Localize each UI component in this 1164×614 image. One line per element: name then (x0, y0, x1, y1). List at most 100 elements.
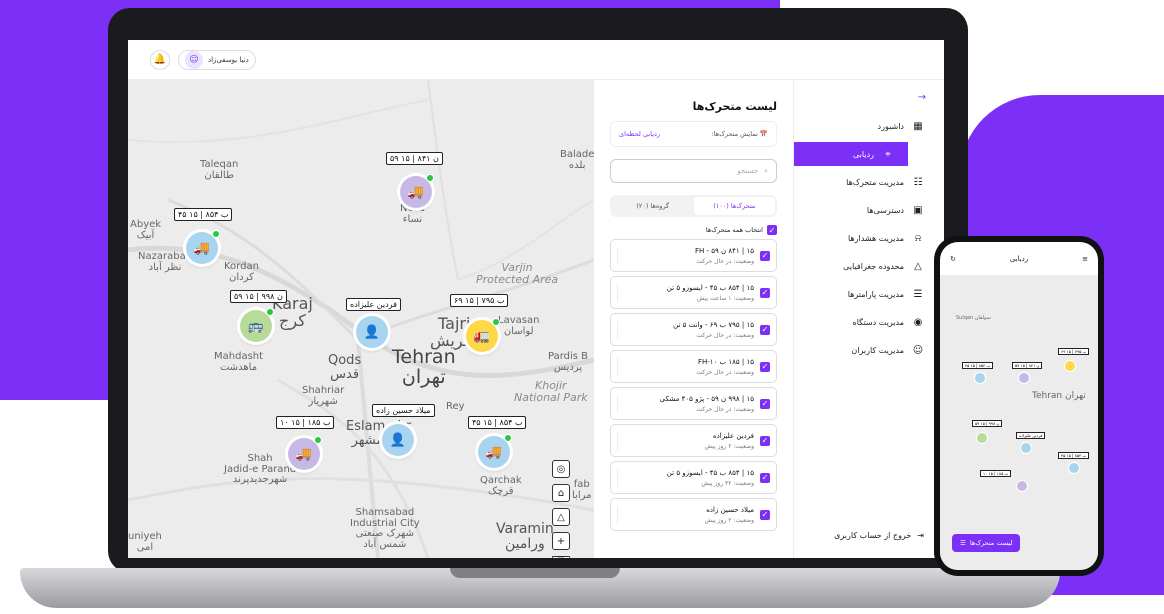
car-marker-icon[interactable]: 🚌 (240, 308, 274, 342)
sidebar-item-geofence[interactable]: △ محدوده جغرافیایی (794, 254, 944, 278)
phone-refresh-icon[interactable]: ↻ (950, 255, 956, 263)
calendar-icon: 📅 (759, 130, 768, 138)
sidebar-item-params[interactable]: ☰ مدیریت پارامترها (794, 282, 944, 306)
users-icon: ☺ (912, 344, 924, 356)
geofence-shape-icon[interactable]: △ (552, 508, 570, 526)
params-icon: ☰ (913, 288, 923, 300)
map-view[interactable]: Taleqan طالقان Balade بلده Abyek آبیک Nazar… (128, 80, 594, 558)
list-tabs: متحرک‌ها (۱۰۰) گروه‌ها (۲۰) (610, 195, 777, 217)
movable-card[interactable]: ✓ ۱۵ | ۸۵۴ ب ۴۵ - ایسوزو ۵ تن وضعیت: ۳۲ … (610, 461, 777, 494)
sidebar-item-dashboard[interactable]: ▦ داشبورد (794, 114, 944, 138)
phone-vehicle-plate-label: ۴۵ ب ۸۵۴ | ۱۵ (1058, 452, 1090, 459)
sidebar-item-alerts[interactable]: ⍾ مدیریت هشدارها (794, 226, 944, 250)
movable-card[interactable]: ✓ ۱۵ | ۱۸۵ ب ۱۰-FH وضعیت: در حال حرکت (610, 350, 777, 383)
movable-card[interactable]: ✓ ۱۵ | ۷۹۵ ب ۶۹ - وانت ۵ تن وضعیت: در حا… (610, 313, 777, 346)
bell-icon: ⍾ (914, 232, 922, 244)
truck-marker-icon[interactable]: 🚚 (478, 434, 512, 468)
checkbox-checked-icon[interactable]: ✓ (760, 250, 770, 261)
phone-car-marker-icon[interactable] (976, 432, 988, 444)
phone-place-tehran: Tehran تهران (1032, 391, 1086, 401)
geofence-icon: △ (914, 260, 922, 272)
realtime-tracking-link[interactable]: ردیابی لحظه‌ای (619, 130, 660, 138)
sidebar-item-users[interactable]: ☺ مدیریت کاربران (794, 338, 944, 362)
place-kordan: Kordan کردان (224, 261, 259, 283)
vehicle-plate-label: ۵۹ ن ۸۴۱ | ۱۵ (386, 152, 443, 165)
card-status: وضعیت: ۳۲ روز پیش (701, 479, 754, 487)
sidebar-item-device[interactable]: ◉ مدیریت دستگاه (794, 310, 944, 334)
pickup-marker-icon[interactable]: 🚛 (466, 318, 500, 352)
laptop-screen: 🔔 ☺ دنیا یوسفی‌زاد Taleqan طالقان Balade ب… (128, 40, 944, 558)
person-name-label: فردین علیزاده (346, 298, 401, 311)
sidebar-item-vehicles[interactable]: ☷ مدیریت متحرک‌ها (794, 170, 944, 194)
sidebar-item-access[interactable]: ▣ دسترسی‌ها (794, 198, 944, 222)
phone-person-name-label: فردین علیزاده (1016, 432, 1046, 439)
truck-marker-icon[interactable]: 🚚 (186, 230, 220, 264)
checkbox-checked-icon[interactable]: ✓ (760, 361, 770, 372)
truck-marker-icon[interactable]: 🚚 (288, 436, 322, 470)
checkbox-checked-icon[interactable]: ✓ (760, 398, 770, 409)
tab-groups[interactable]: گروه‌ها (۲۰) (612, 197, 694, 215)
card-status: وضعیت: در حال حرکت (696, 368, 754, 376)
notification-bell-icon[interactable]: 🔔 (150, 49, 170, 70)
vehicle-plate-label: ۴۵ ب ۸۵۴ | ۱۵ (468, 416, 527, 429)
phone-top-bar: ↻ ردیابی ≡ (940, 242, 1098, 276)
movable-card[interactable]: ✓ ۱۵ | ۹۹۸ ن ۵۹ - پژو ۴۰۵ مشکی وضعیت: در… (610, 387, 777, 420)
card-status: وضعیت: در حال حرکت (696, 405, 754, 413)
phone-truck-marker-icon[interactable] (974, 372, 986, 384)
person-marker-icon[interactable]: 👤 (382, 424, 414, 456)
user-chip[interactable]: ☺ دنیا یوسفی‌زاد (178, 49, 256, 70)
movable-card[interactable]: ✓ ۱۵ | ۸۴۱ ن ۵۹ - FH وضعیت: در حال حرکت (610, 239, 777, 272)
phone-truck-marker-icon[interactable] (1018, 372, 1030, 384)
vehicle-plate-label: ۱۰ ب ۱۸۵ | ۱۵ (276, 416, 335, 429)
phone-truck-marker-icon[interactable] (1016, 480, 1028, 492)
card-status: وضعیت: در حال حرکت (696, 257, 754, 265)
phone-vehicle-plate-label: ۵۹ ن ۹۹۸ | ۱۵ (972, 420, 1003, 427)
phone-person-marker-icon[interactable] (1020, 442, 1032, 454)
checkbox-checked-icon[interactable]: ✓ (760, 287, 770, 298)
place-varjin-protected-area: Varjin Protected Area (476, 261, 559, 286)
truck-marker-icon[interactable]: 🚚 (400, 174, 434, 208)
card-title: میلاد حسین زاده (706, 505, 754, 514)
checkbox-checked-icon[interactable]: ✓ (760, 509, 770, 520)
phone-map-view[interactable]: Sulqan سولقان Tehran تهران ۴۵ ب ۸۵۴ | ۱۵… (940, 276, 1098, 570)
display-mode-box[interactable]: 📅 نمایش متحرک‌ها: ردیابی لحظه‌ای (610, 121, 777, 147)
card-title: ۱۵ | ۷۹۵ ب ۶۹ - وانت ۵ تن (673, 320, 754, 329)
checkbox-checked-icon[interactable]: ✓ (760, 435, 770, 446)
movable-card[interactable]: ✓ ۱۵ | ۸۵۴ ب ۴۵ - ایسوزو ۵ تن وضعیت: ۱ س… (610, 276, 777, 309)
sidebar-item-tracking[interactable]: ⌖ ردیابی (794, 142, 908, 166)
place-shahriar: Shahriar شهریار (302, 385, 345, 407)
checkbox-checked-icon[interactable]: ✓ (767, 225, 777, 235)
show-label: نمایش متحرک‌ها: (711, 130, 758, 138)
place-fabad: fab مرابا (572, 479, 592, 501)
phone-truck-marker-icon[interactable] (1068, 462, 1080, 474)
checkbox-checked-icon[interactable]: ✓ (760, 324, 770, 335)
phone-vehicle-plate-label: ۶۹ ب ۷۹۵ | ۱۵ (1058, 348, 1090, 355)
zoom-in-button[interactable]: + (552, 532, 570, 550)
card-status: وضعیت: در حال حرکت (696, 331, 754, 339)
list-icon: ☰ (960, 539, 966, 547)
user-name: دنیا یوسفی‌زاد (208, 55, 249, 64)
person-marker-icon[interactable]: 👤 (356, 316, 388, 348)
movable-card[interactable]: ✓ میلاد حسین زاده وضعیت: ۲ روز پیش (610, 498, 777, 531)
card-status: وضعیت: ۲ روز پیش (704, 516, 754, 524)
zoom-out-button[interactable]: − (552, 552, 570, 558)
movable-card[interactable]: ✓ فردین علیزاده وضعیت: ۲ روز پیش (610, 424, 777, 457)
tab-movables[interactable]: متحرک‌ها (۱۰۰) (693, 197, 775, 215)
search-input[interactable]: جستجو (737, 167, 758, 175)
checkbox-checked-icon[interactable]: ✓ (760, 472, 770, 483)
place-rey: Rey (446, 401, 465, 412)
place-mahdasht: Mahdasht ماهدشت (214, 351, 264, 373)
select-all-row[interactable]: ✓ انتخاب همه متحرک‌ها (610, 225, 777, 235)
vehicle-plate-label: ۶۹ ب ۷۹۵ | ۱۵ (450, 294, 509, 307)
vehicle-plate-label: ۴۵ ب ۸۵۴ | ۱۵ (174, 208, 233, 221)
collapse-arrow-icon[interactable]: → (794, 92, 944, 114)
search-field[interactable]: ⌕ جستجو (610, 159, 777, 183)
phone-screen: ↻ ردیابی ≡ Sulqan سولقان Tehran تهران ۴۵… (940, 242, 1098, 570)
phone-list-button[interactable]: ☰ لیست متحرک‌ها (952, 534, 1021, 552)
location-pin-icon[interactable]: ⌂ (552, 484, 570, 502)
visibility-eye-icon[interactable]: ◎ (552, 460, 570, 478)
logout-button[interactable]: ⇥ خروج از حساب کاربری (834, 531, 924, 540)
search-icon: ⌕ (764, 166, 768, 175)
phone-menu-icon[interactable]: ≡ (1082, 255, 1088, 263)
phone-pickup-marker-icon[interactable] (1064, 360, 1076, 372)
